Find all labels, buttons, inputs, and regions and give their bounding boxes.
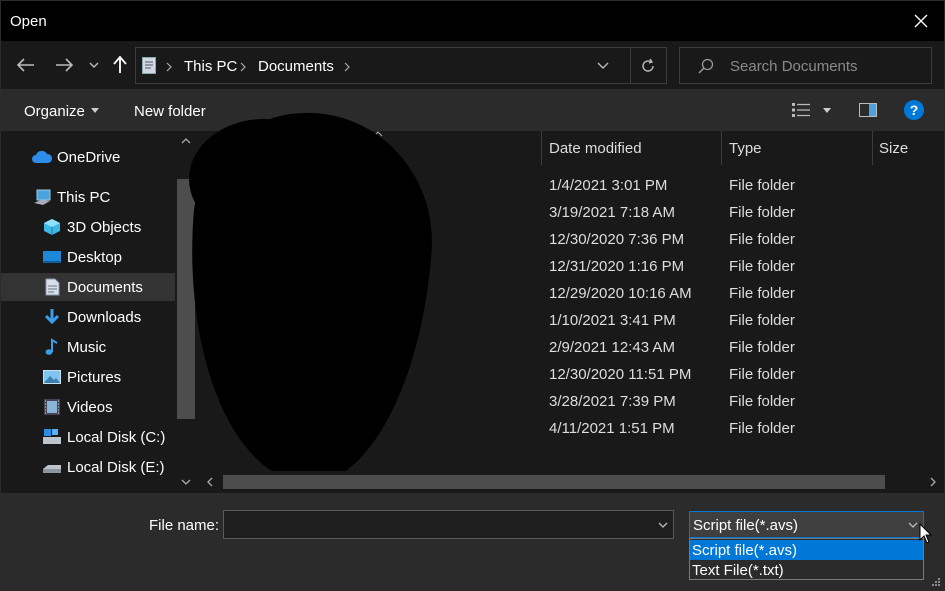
- window-title: Open: [10, 13, 47, 30]
- organize-label: Organize: [24, 103, 85, 120]
- sidebar-item-label: Desktop: [67, 249, 123, 266]
- sidebar-item-label: This PC: [57, 189, 111, 206]
- cube-icon: [44, 219, 60, 235]
- details-view-icon: [792, 103, 810, 117]
- scroll-up-icon: [181, 138, 191, 144]
- refresh-icon: [641, 58, 654, 72]
- column-header-size[interactable]: Size: [872, 131, 944, 165]
- file-type-option[interactable]: Text File(*.txt): [690, 560, 923, 580]
- chevron-right-icon: [344, 62, 350, 72]
- breadcrumb-documents[interactable]: Documents: [258, 58, 334, 75]
- scroll-right-icon: [930, 477, 936, 487]
- sidebar-item-label: Local Disk (E:): [67, 459, 165, 476]
- document-icon: [45, 278, 60, 296]
- sidebar-item-videos[interactable]: Videos: [1, 393, 175, 421]
- arrow-up-icon: [113, 56, 127, 73]
- scrollbar-thumb[interactable]: [223, 475, 885, 489]
- command-bar: Organize New folder ?: [1, 89, 944, 131]
- new-folder-label: New folder: [134, 103, 206, 120]
- sidebar-item-label: 3D Objects: [67, 219, 142, 236]
- search-icon: [698, 58, 714, 74]
- close-button[interactable]: [898, 1, 944, 41]
- caret-down-icon: [823, 108, 831, 113]
- help-icon: ?: [904, 100, 924, 120]
- file-type-dropdown: Script file(*.avs) Text File(*.txt): [689, 538, 924, 580]
- scrollbar-thumb[interactable]: [177, 179, 195, 419]
- download-icon: [44, 309, 60, 325]
- caret-down-icon: [91, 108, 99, 113]
- cloud-icon: [32, 150, 53, 163]
- refresh-button[interactable]: [630, 48, 664, 83]
- breadcrumb-this-pc[interactable]: This PC: [184, 58, 237, 75]
- chevron-right-icon: [240, 62, 246, 72]
- address-bar[interactable]: This PC Documents: [135, 47, 667, 84]
- video-icon: [44, 399, 60, 415]
- open-dialog: Open This PC Documents Search Documents …: [0, 0, 945, 591]
- chevron-down-icon: [597, 62, 609, 69]
- sidebar-item-label: OneDrive: [57, 149, 121, 166]
- view-options-button[interactable]: [785, 97, 837, 123]
- preview-pane-button[interactable]: [853, 97, 883, 123]
- sidebar-item-label: Music: [67, 339, 107, 356]
- scroll-down-icon: [181, 479, 191, 485]
- chevron-right-icon: [166, 62, 172, 72]
- sidebar-item-this-pc[interactable]: This PC: [1, 183, 175, 211]
- help-button[interactable]: ?: [901, 97, 927, 123]
- title-bar: Open: [1, 1, 944, 41]
- sidebar-item-3d-objects[interactable]: 3D Objects: [1, 213, 175, 241]
- file-name-field[interactable]: [223, 510, 674, 539]
- recent-locations-button[interactable]: [85, 41, 103, 89]
- sidebar-item-local-disk-e[interactable]: Local Disk (E:): [1, 453, 175, 481]
- back-button[interactable]: [11, 41, 41, 89]
- chevron-down-icon: [89, 62, 99, 68]
- sidebar-item-label: Local Disk (C:): [67, 429, 166, 446]
- sidebar-item-music[interactable]: Music: [1, 333, 175, 361]
- column-header-date-modified[interactable]: Date modified: [542, 131, 721, 165]
- arrow-left-icon: [17, 58, 34, 72]
- redaction-mark: [189, 119, 339, 239]
- search-input[interactable]: Search Documents: [730, 58, 858, 75]
- file-type-selected: Script file(*.avs): [693, 517, 799, 534]
- documents-location-icon: [142, 57, 156, 74]
- sidebar-item-label: Pictures: [67, 369, 122, 386]
- mouse-cursor-icon: [919, 523, 933, 544]
- search-box[interactable]: Search Documents: [679, 47, 932, 84]
- sidebar-item-onedrive[interactable]: OneDrive: [1, 143, 175, 171]
- sidebar-item-downloads[interactable]: Downloads: [1, 303, 175, 331]
- arrow-right-icon: [56, 58, 73, 72]
- address-history-button[interactable]: [588, 48, 618, 83]
- preview-pane-icon: [859, 103, 877, 117]
- sidebar-item-desktop[interactable]: Desktop: [1, 243, 175, 271]
- file-name-label: File name:: [149, 517, 220, 534]
- file-list-horizontal-scrollbar[interactable]: [199, 471, 944, 493]
- sidebar-item-label: Documents: [67, 279, 143, 296]
- file-type-select[interactable]: Script file(*.avs): [689, 511, 924, 538]
- music-icon: [45, 338, 58, 355]
- computer-icon: [34, 189, 51, 205]
- drive-icon: [43, 429, 61, 444]
- up-button[interactable]: [107, 41, 133, 89]
- resize-grip-icon[interactable]: [931, 577, 941, 587]
- organize-button[interactable]: Organize: [15, 89, 111, 131]
- navigation-bar: This PC Documents Search Documents: [1, 41, 944, 89]
- desktop-icon: [43, 251, 61, 263]
- column-header-type[interactable]: Type: [722, 131, 872, 165]
- drive-icon: [43, 465, 61, 473]
- sidebar-item-documents[interactable]: Documents: [1, 273, 175, 301]
- sidebar-item-pictures[interactable]: Pictures: [1, 363, 175, 391]
- svg-text:?: ?: [910, 102, 919, 118]
- sidebar-item-label: Videos: [67, 399, 113, 416]
- navigation-pane: OneDrive This PC 3D Objects Desktop Docu…: [1, 131, 199, 493]
- chevron-down-icon: [908, 522, 918, 528]
- chevron-down-icon[interactable]: [658, 522, 668, 528]
- new-folder-button[interactable]: New folder: [125, 89, 221, 131]
- file-type-option[interactable]: Script file(*.avs): [690, 540, 923, 560]
- sidebar-item-local-disk-c[interactable]: Local Disk (C:): [1, 423, 175, 451]
- close-icon: [914, 14, 928, 28]
- scroll-left-icon: [207, 477, 213, 487]
- sidebar-item-label: Downloads: [67, 309, 142, 326]
- forward-button[interactable]: [49, 41, 79, 89]
- pictures-icon: [43, 370, 61, 384]
